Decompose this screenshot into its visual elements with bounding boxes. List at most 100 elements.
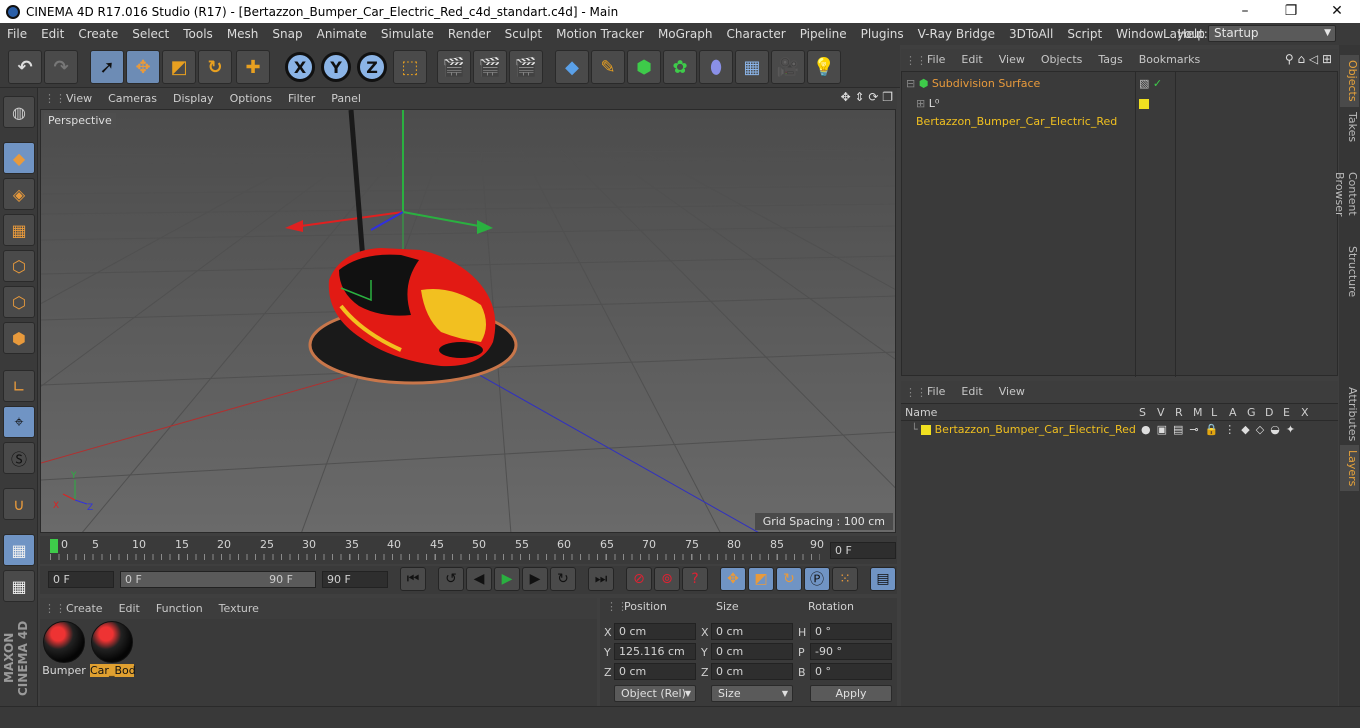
menu-snap[interactable]: Snap	[265, 23, 309, 45]
menu-create[interactable]: Create	[71, 23, 125, 45]
viewport-menu-filter[interactable]: Filter	[280, 88, 323, 109]
size-x-field[interactable]: 0 cm	[711, 623, 793, 640]
snap-button[interactable]: Ⓢ	[3, 442, 35, 474]
menu-character[interactable]: Character	[719, 23, 792, 45]
texture-mode-button[interactable]: ◈	[3, 178, 35, 210]
rotation-p-field[interactable]: -90 °	[810, 643, 892, 660]
material-menu-edit[interactable]: Edit	[111, 598, 148, 619]
menu-pipeline[interactable]: Pipeline	[793, 23, 854, 45]
z-axis-lock-button[interactable]: Z	[357, 52, 387, 82]
recent-tools-button[interactable]: ✚	[236, 50, 270, 84]
menu-mesh[interactable]: Mesh	[220, 23, 266, 45]
key-scale-button[interactable]: ◩	[748, 567, 774, 591]
polygons-mode-button[interactable]: ⬢	[3, 322, 35, 354]
om-menu-view[interactable]: View	[991, 49, 1033, 71]
render-view-button[interactable]: 🎬	[437, 50, 471, 84]
size-z-field[interactable]: 0 cm	[711, 663, 793, 680]
redo-button[interactable]: ↷	[44, 50, 78, 84]
layer-row[interactable]: └ Bertazzon_Bumper_Car_Electric_Red ●▣▤⊸…	[911, 421, 1331, 439]
menu-file[interactable]: File	[0, 23, 34, 45]
frame-range-slider[interactable]: 0 F 90 F	[120, 571, 316, 588]
timeline-ruler[interactable]: 0 5 10 15 20 25 30 35 40 45 50 55 60 65 …	[40, 536, 897, 564]
axis-mode-button[interactable]: ∟	[3, 370, 35, 402]
coordinate-system-button[interactable]: ⬚	[393, 50, 427, 84]
menu-edit[interactable]: Edit	[34, 23, 71, 45]
om-menu-objects[interactable]: Objects	[1033, 49, 1091, 71]
make-editable-button[interactable]: ◍	[3, 96, 35, 128]
lm-menu-file[interactable]: File	[919, 381, 953, 403]
keyframe-selection-button[interactable]: ?	[682, 567, 708, 591]
viewport-camera-label[interactable]: Perspective	[44, 113, 116, 128]
undo-button[interactable]: ↶	[8, 50, 42, 84]
tab-attributes[interactable]: Attributes	[1340, 383, 1359, 445]
key-position-button[interactable]: ✥	[720, 567, 746, 591]
tab-layers[interactable]: Layers	[1340, 445, 1359, 491]
points-mode-button[interactable]: ⬡	[3, 250, 35, 282]
perspective-viewport[interactable]: Y X Z Perspective Grid Spacing : 100 cm	[40, 109, 896, 533]
menu-simulate[interactable]: Simulate	[374, 23, 441, 45]
render-picture-viewer-button[interactable]: 🎬	[473, 50, 507, 84]
rotation-b-field[interactable]: 0 °	[810, 663, 892, 680]
timeline-playhead[interactable]	[50, 539, 58, 553]
prev-key-button[interactable]: ↺	[438, 567, 464, 591]
tab-structure[interactable]: Structure	[1340, 241, 1359, 303]
om-menu-bookmarks[interactable]: Bookmarks	[1131, 49, 1208, 71]
pen-spline-button[interactable]: ✎	[591, 50, 625, 84]
coordinate-mode-select[interactable]: Object (Rel) ▼	[614, 685, 696, 702]
menu-vray-bridge[interactable]: V-Ray Bridge	[911, 23, 1002, 45]
viewport-menu-display[interactable]: Display	[165, 88, 222, 109]
minimize-button[interactable]: –	[1222, 0, 1268, 23]
close-button[interactable]: ✕	[1314, 0, 1360, 23]
workplane-lock-button[interactable]: ▦	[3, 534, 35, 566]
size-mode-select[interactable]: Size ▼	[711, 685, 793, 702]
y-axis-lock-button[interactable]: Y	[321, 52, 351, 82]
workplane-mode-button[interactable]: ▦	[3, 214, 35, 246]
end-frame-field[interactable]: 90 F	[322, 571, 388, 588]
deformer-button[interactable]: ⬮	[699, 50, 733, 84]
position-x-field[interactable]: 0 cm	[614, 623, 696, 640]
viewport-nav-icons[interactable]: ✥ ⇕ ⟳ ❐	[841, 90, 893, 104]
scale-tool-button[interactable]: ◩	[162, 50, 196, 84]
viewport-menu-panel[interactable]: Panel	[323, 88, 369, 109]
tab-takes[interactable]: Takes	[1340, 107, 1359, 147]
edges-mode-button[interactable]: ⬡	[3, 286, 35, 318]
material-item[interactable]: Car_Bod	[90, 621, 136, 677]
menu-sculpt[interactable]: Sculpt	[498, 23, 549, 45]
om-menu-edit[interactable]: Edit	[953, 49, 990, 71]
record-keys-button[interactable]: ⊘	[626, 567, 652, 591]
next-frame-button[interactable]: ▶	[522, 567, 548, 591]
next-key-button[interactable]: ↻	[550, 567, 576, 591]
menu-plugins[interactable]: Plugins	[854, 23, 911, 45]
position-y-field[interactable]: 125.116 cm	[614, 643, 696, 660]
key-parameter-button[interactable]: Ⓟ	[804, 567, 830, 591]
enable-snap-button[interactable]: ∪	[3, 488, 35, 520]
cube-object-button[interactable]: ◆	[555, 50, 589, 84]
apply-button[interactable]: Apply	[810, 685, 892, 702]
rotate-tool-button[interactable]: ↻	[198, 50, 232, 84]
menu-3dtoall[interactable]: 3DToAll	[1002, 23, 1060, 45]
object-row-car[interactable]: ⊞ L⁰ Bertazzon_Bumper_Car_Electric_Red	[916, 95, 1136, 128]
size-y-field[interactable]: 0 cm	[711, 643, 793, 660]
camera-button[interactable]: 🎥	[771, 50, 805, 84]
menu-render[interactable]: Render	[441, 23, 498, 45]
maximize-button[interactable]: ❐	[1268, 0, 1314, 23]
material-menu-function[interactable]: Function	[148, 598, 211, 619]
goto-start-button[interactable]: ⏮	[400, 567, 426, 591]
viewport-menu-cameras[interactable]: Cameras	[100, 88, 165, 109]
floor-button[interactable]: ▦	[735, 50, 769, 84]
tab-objects[interactable]: Objects	[1340, 55, 1359, 107]
tab-content-browser[interactable]: Content Browser	[1333, 147, 1359, 241]
subdivision-surface-button[interactable]: ⬢	[627, 50, 661, 84]
object-row-subdivision[interactable]: ⊟ ⬢ Subdivision Surface	[906, 75, 1134, 93]
menu-motion-tracker[interactable]: Motion Tracker	[549, 23, 651, 45]
menu-window[interactable]: Window	[1109, 23, 1170, 45]
material-menu-create[interactable]: Create	[58, 598, 111, 619]
play-button[interactable]: ▶	[494, 567, 520, 591]
position-z-field[interactable]: 0 cm	[614, 663, 696, 680]
rotation-h-field[interactable]: 0 °	[810, 623, 892, 640]
render-settings-button[interactable]: 🎬	[509, 50, 543, 84]
current-frame-field[interactable]: 0 F	[830, 542, 896, 559]
lm-menu-edit[interactable]: Edit	[953, 381, 990, 403]
menu-script[interactable]: Script	[1060, 23, 1109, 45]
x-axis-lock-button[interactable]: X	[285, 52, 315, 82]
